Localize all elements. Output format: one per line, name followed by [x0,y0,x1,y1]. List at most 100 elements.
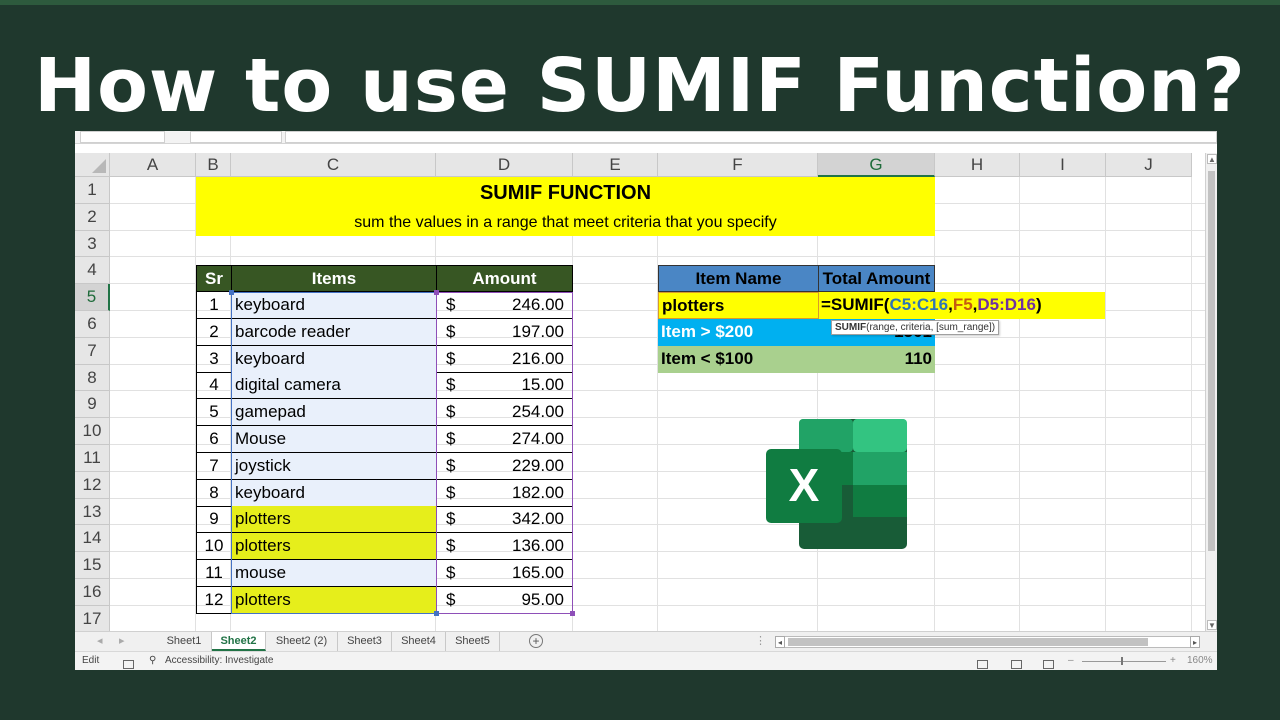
header-sr[interactable]: Sr [196,265,232,292]
cell-sr[interactable]: 4 [196,372,232,400]
zoom-out-icon[interactable]: – [1068,652,1074,670]
cell-sr[interactable]: 2 [196,318,232,346]
row-header-12[interactable]: 12 [75,471,110,499]
column-header-b[interactable]: B [196,153,231,177]
excel-window: A B C D E F G H I J 1 2 3 4 5 6 7 8 9 10 11 12 13 14 15 16 17 SUMI… [75,131,1217,670]
cell-sr[interactable]: 9 [196,506,232,534]
row-header-9[interactable]: 9 [75,391,110,419]
scroll-left-arrow-icon[interactable]: ◂ [775,636,785,648]
column-header-i[interactable]: I [1020,153,1106,177]
label-item-lt-100[interactable]: Item < $100 [658,346,819,373]
accessibility-icon[interactable]: ⚲ [149,652,156,670]
macro-record-icon[interactable] [123,656,134,670]
cell-sr[interactable]: 12 [196,586,232,614]
formula-input[interactable] [285,131,1217,143]
worksheet-grid[interactable]: A B C D E F G H I J 1 2 3 4 5 6 7 8 9 10 11 12 13 14 15 16 17 SUMI… [75,153,1205,631]
page-title: How to use SUMIF Function? [34,43,1246,129]
row-header-17[interactable]: 17 [75,605,110,631]
tooltip-function-name: SUMIF [835,322,867,333]
column-header-e[interactable]: E [573,153,658,177]
header-amount[interactable]: Amount [436,265,573,292]
row-header-13[interactable]: 13 [75,498,110,526]
formula-criteria-ref: F5 [952,295,973,314]
range-handle[interactable] [229,290,234,295]
tab-prev-icon[interactable]: ◂ [97,634,103,647]
zoom-slider[interactable] [1082,661,1166,662]
formula-bar-controls[interactable] [190,131,282,143]
formula-cell-g5[interactable]: =SUMIF(C5:C16,F5,D5:D16) [819,292,1105,319]
horizontal-scroll-thumb[interactable] [788,638,1148,646]
name-box[interactable] [80,131,165,143]
cell-sr[interactable]: 7 [196,452,232,480]
tab-next-icon[interactable]: ▸ [119,634,125,647]
scroll-down-arrow-icon[interactable]: ▼ [1207,620,1217,630]
column-header-c[interactable]: C [231,153,436,177]
cell-sr[interactable]: 8 [196,479,232,507]
criteria-cell-f5[interactable]: plotters [658,292,819,319]
row-header-14[interactable]: 14 [75,525,110,553]
sheet-subtitle: sum the values in a range that meet crit… [354,214,777,231]
column-header-f[interactable]: F [658,153,818,177]
cell-sr[interactable]: 11 [196,560,232,587]
vertical-scrollbar[interactable]: ▲ ▼ [1205,153,1217,631]
row-header-16[interactable]: 16 [75,579,110,606]
gridline [1191,177,1192,631]
row-header-3[interactable]: 3 [75,230,110,258]
page-break-view-icon[interactable] [1043,656,1054,670]
label-item-gt-200[interactable]: Item > $200 [658,319,819,346]
row-header-2[interactable]: 2 [75,203,110,231]
sheet-title: SUMIF FUNCTION [479,182,652,204]
cell-sr[interactable]: 6 [196,426,232,453]
value-item-lt-100[interactable]: 110 [819,346,935,373]
formula-range-ref: C5:C16 [889,295,949,314]
cell-sr[interactable]: 3 [196,345,232,373]
row-header-7[interactable]: 7 [75,337,110,365]
row-header-11[interactable]: 11 [75,445,110,472]
sheet-tab-bar: ◂ ▸ Sheet1 Sheet2 Sheet2 (2) Sheet3 Sheet4 Sh… [75,631,1217,651]
scroll-right-arrow-icon[interactable]: ▸ [1190,636,1200,648]
column-header-a[interactable]: A [110,153,196,177]
row-header-15[interactable]: 15 [75,552,110,579]
range-handle[interactable] [570,611,575,616]
horizontal-scrollbar[interactable]: ◂ ▸ [775,636,1200,648]
add-sheet-icon[interactable]: + [529,634,543,648]
range-handle[interactable] [434,290,439,295]
zoom-slider-thumb[interactable] [1121,657,1123,665]
zoom-in-icon[interactable]: + [1170,652,1176,670]
range-handle[interactable] [434,611,439,616]
sheet-tab[interactable]: Sheet2 [212,632,266,651]
sheet-tab[interactable]: Sheet5 [446,632,500,651]
page-layout-view-icon[interactable] [1011,656,1022,670]
status-accessibility[interactable]: Accessibility: Investigate [165,652,273,670]
row-header-10[interactable]: 10 [75,418,110,445]
header-items[interactable]: Items [231,265,437,292]
column-header-j[interactable]: J [1106,153,1192,177]
normal-view-icon[interactable] [977,656,988,670]
vertical-scroll-thumb[interactable] [1208,171,1215,551]
column-header-g[interactable]: G [818,153,935,177]
scroll-up-arrow-icon[interactable]: ▲ [1207,154,1217,164]
split-handle-icon[interactable]: ⋮ [755,634,766,647]
row-header-1[interactable]: 1 [75,177,110,204]
sheet-tab[interactable]: Sheet2 (2) [266,632,338,651]
column-header-d[interactable]: D [436,153,573,177]
zoom-level[interactable]: 160% [1187,652,1213,670]
row-header-4[interactable]: 4 [75,257,110,285]
header-total-amount[interactable]: Total Amount [818,265,935,292]
formula-prefix: =SUMIF( [821,295,890,314]
gridline [934,177,935,631]
cell-sr[interactable]: 10 [196,533,232,561]
function-tooltip[interactable]: SUMIF(range, criteria, [sum_range]) [831,320,1000,335]
select-all-corner[interactable] [75,153,110,177]
sheet-tab[interactable]: Sheet1 [157,632,212,651]
row-header-5[interactable]: 5 [75,284,110,311]
column-header-h[interactable]: H [935,153,1020,177]
row-header-6[interactable]: 6 [75,311,110,338]
row-header-8[interactable]: 8 [75,364,110,392]
cell-sr[interactable]: 5 [196,399,232,427]
sheet-tab[interactable]: Sheet4 [392,632,446,651]
gridline [110,256,1205,258]
cell-sr[interactable]: 1 [196,292,232,319]
header-item-name[interactable]: Item Name [658,265,819,292]
sheet-tab[interactable]: Sheet3 [338,632,392,651]
